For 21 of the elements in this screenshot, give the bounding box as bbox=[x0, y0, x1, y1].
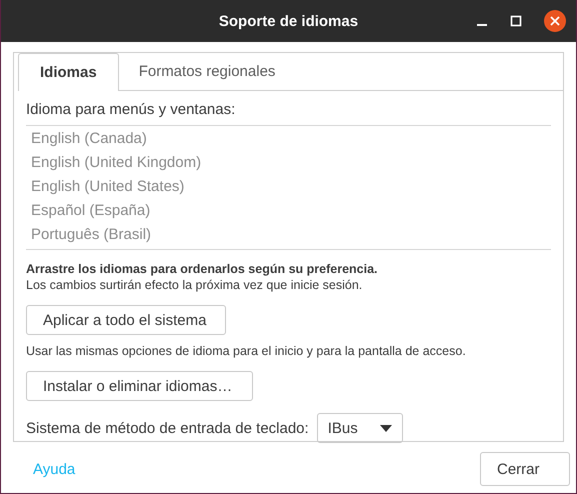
note-text: Los cambios surtirán efecto la próxima vez que inicie sesión. bbox=[26, 277, 364, 293]
input-method-dropdown[interactable]: IBus bbox=[316, 413, 403, 443]
language-item[interactable]: Español (España) bbox=[26, 199, 551, 223]
caret-icon bbox=[380, 424, 392, 432]
instruction-text: Arrastre los idiomas para ordenarlos según su preferencia. bbox=[26, 262, 379, 277]
field-label: Sistema de método de entrada de teclado: bbox=[26, 420, 309, 436]
language-item[interactable]: English (United Kingdom) bbox=[26, 151, 551, 175]
apply-button[interactable]: Aplicar a todo el sistema bbox=[26, 305, 226, 335]
section-label: Idioma para menús y ventanas: bbox=[26, 101, 236, 118]
tab[interactable]: Formatos regionales bbox=[118, 53, 296, 91]
tab[interactable]: Idiomas bbox=[18, 53, 119, 91]
close-button[interactable]: Cerrar bbox=[480, 452, 570, 486]
language-item[interactable]: English (Canada) bbox=[26, 127, 551, 151]
dropdown-value: IBus bbox=[328, 420, 358, 436]
maximize-icon[interactable] bbox=[510, 15, 522, 27]
install-button[interactable]: Instalar o eliminar idiomas… bbox=[26, 371, 253, 401]
close-icon[interactable] bbox=[544, 10, 566, 32]
window-title: Soporte de idiomas bbox=[218, 12, 358, 30]
language-item[interactable]: Português (Brasil) bbox=[26, 223, 551, 247]
language-item[interactable]: English (United States) bbox=[26, 175, 551, 199]
note-text: Usar las mismas opciones de idioma para el inicio y para la pantalla de acceso. bbox=[26, 343, 467, 359]
